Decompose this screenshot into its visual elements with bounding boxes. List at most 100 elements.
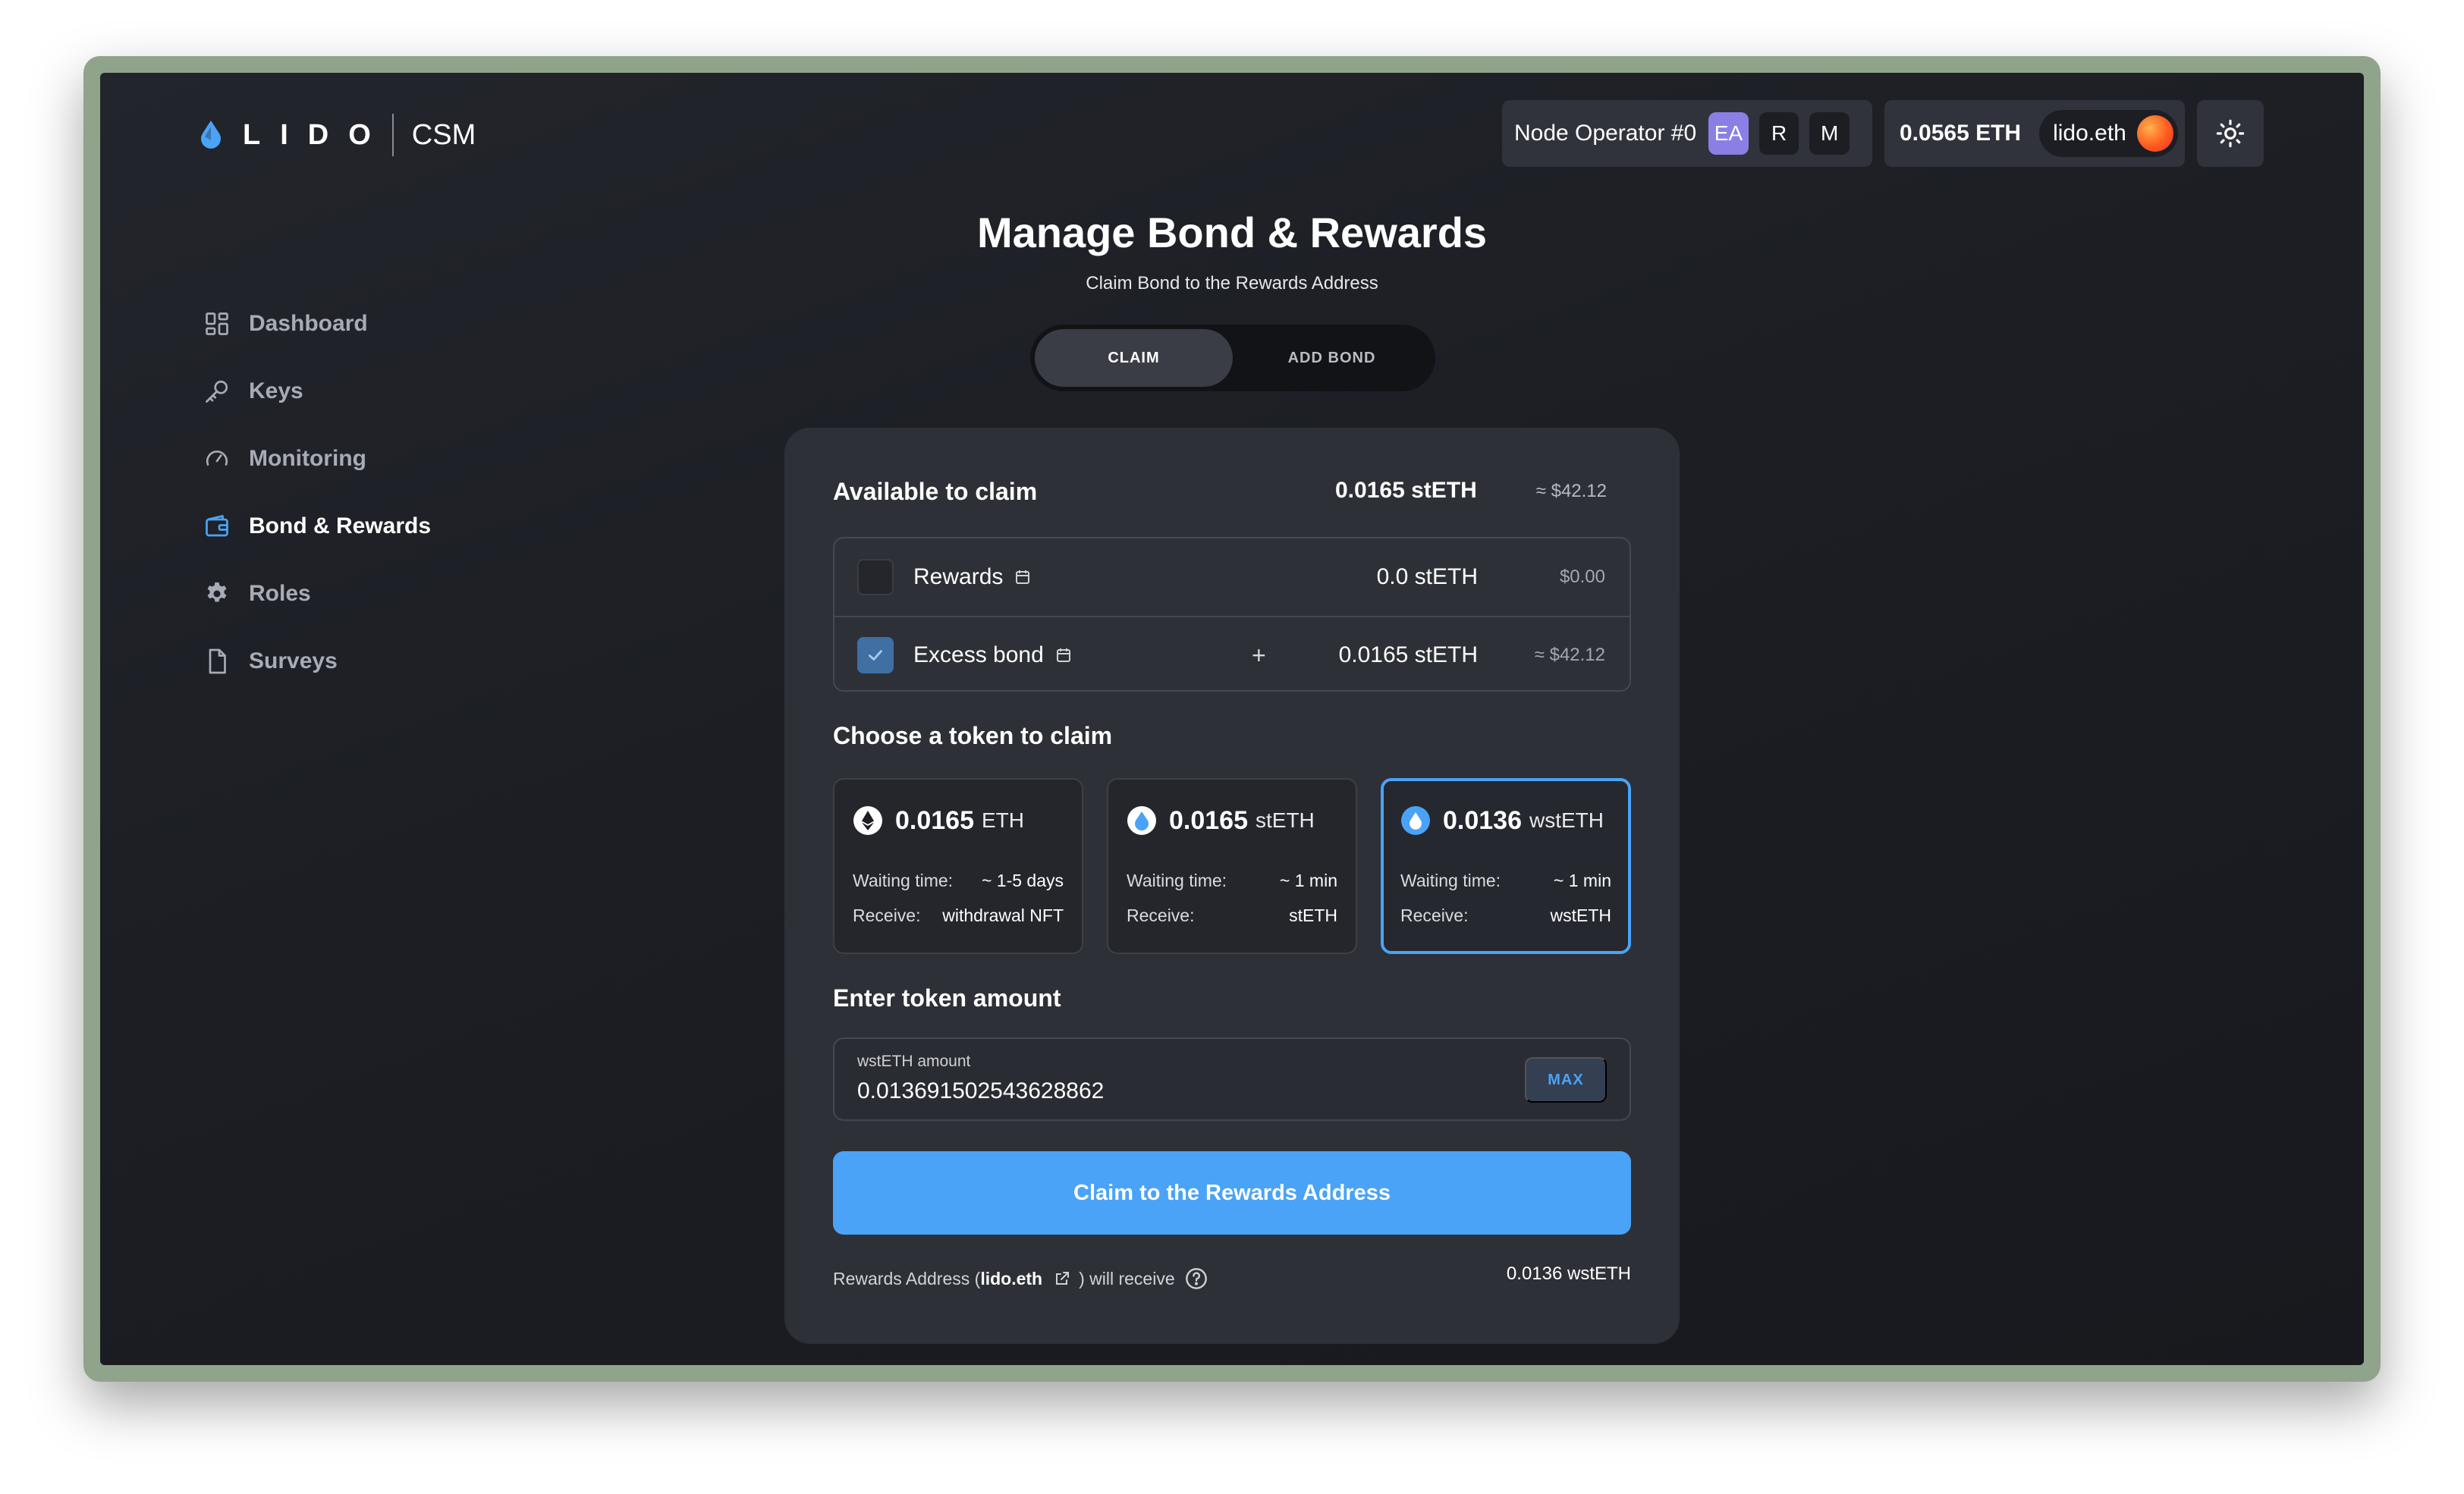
key-icon (202, 376, 232, 406)
claim-sources: Rewards 0.0 stETH $0.00 Excess bond + 0.… (833, 537, 1631, 692)
logo-product: CSM (411, 118, 476, 151)
sidebar-item-keys[interactable]: Keys (202, 357, 431, 425)
note-suffix: ) will receive (1079, 1268, 1175, 1288)
logo-divider (391, 114, 394, 156)
waiting-label: Waiting time: (853, 871, 954, 890)
token-option-eth[interactable]: 0.0165 ETH Waiting time: ~ 1-5 days Rece… (833, 778, 1083, 954)
rewards-label-text: Rewards (913, 564, 1004, 589)
sun-icon (2216, 119, 2245, 148)
lido-drop-icon (201, 121, 221, 149)
token-symbol: wstETH (1529, 808, 1604, 832)
check-icon (869, 650, 882, 661)
receive-label: Receive: (1400, 906, 1469, 925)
sidebar-item-dashboard[interactable]: Dashboard (202, 290, 431, 357)
waiting-label: Waiting time: (1127, 871, 1227, 890)
token-waiting-row: Waiting time: ~ 1 min (1400, 871, 1611, 891)
token-header: 0.0136 wstETH (1400, 805, 1604, 836)
wallet-button[interactable]: 0.0565 ETH lido.eth (1884, 100, 2185, 167)
token-option-wsteth[interactable]: 0.0136 wstETH Waiting time: ~ 1 min Rece… (1381, 778, 1631, 954)
excess-bond-label-text: Excess bond (913, 642, 1044, 667)
token-amount: 0.0136 (1443, 805, 1522, 835)
page-title: Manage Bond & Rewards (976, 209, 1488, 256)
sidebar-item-label: Bond & Rewards (249, 513, 432, 538)
amount-input-box: wstETH amount MAX (833, 1037, 1631, 1121)
tab-claim[interactable]: CLAIM (1035, 329, 1233, 387)
steth-icon (1127, 806, 1156, 835)
token-receive-row: Receive: withdrawal NFT (853, 906, 1064, 926)
document-icon (202, 646, 232, 676)
rewards-checkbox[interactable] (857, 559, 894, 595)
sidebar: Dashboard Keys Monitoring Bond & Rewards… (202, 290, 431, 695)
sidebar-item-bond-rewards[interactable]: Bond & Rewards (202, 492, 431, 560)
token-header: 0.0165 ETH (853, 805, 1024, 836)
logo-wordmark: LIDO (243, 118, 391, 151)
sidebar-item-label: Dashboard (249, 310, 368, 336)
sidebar-item-label: Roles (249, 580, 311, 606)
available-to-claim-title: Available to claim (833, 478, 1038, 505)
rewards-usd: $0.00 (1559, 567, 1605, 587)
waiting-value: ~ 1 min (1279, 871, 1337, 890)
calendar-icon[interactable] (1014, 568, 1032, 586)
wsteth-icon (1401, 806, 1430, 835)
tab-add-bond[interactable]: ADD BOND (1233, 329, 1431, 387)
waiting-value: ~ 1-5 days (981, 871, 1064, 890)
token-symbol: ETH (982, 808, 1024, 832)
wallet-ens-name: lido.eth (2053, 121, 2126, 146)
wallet-ens[interactable]: lido.eth (2039, 110, 2178, 157)
node-operator-label: Node Operator #0 (1514, 121, 1697, 146)
claim-row-rewards: Rewards 0.0 stETH $0.00 (834, 538, 1630, 616)
claim-button[interactable]: Claim to the Rewards Address (833, 1151, 1631, 1235)
excess-bond-checkbox[interactable] (857, 637, 894, 673)
node-operator-switcher[interactable]: Node Operator #0 EA R M (1502, 100, 1872, 167)
token-symbol: stETH (1256, 808, 1315, 832)
rewards-address-note: Rewards Address ( lido.eth ) will receiv… (833, 1266, 1208, 1291)
wallet-avatar (2136, 115, 2173, 152)
excess-bond-usd: ≈ $42.12 (1534, 645, 1605, 665)
rewards-amount: 0.0 stETH (1376, 564, 1478, 589)
note-prefix: Rewards Address ( (833, 1268, 981, 1288)
help-icon[interactable] (1184, 1266, 1208, 1291)
excess-bond-label: Excess bond (913, 642, 1073, 668)
sidebar-item-monitoring[interactable]: Monitoring (202, 425, 431, 492)
available-usd: ≈ $42.12 (1535, 481, 1607, 501)
sidebar-item-label: Keys (249, 378, 303, 403)
role-badge-m: M (1809, 112, 1850, 155)
available-amount: 0.0165 stETH (1335, 478, 1477, 503)
waiting-value: ~ 1 min (1553, 871, 1611, 890)
claim-card: Available to claim 0.0165 stETH ≈ $42.12… (784, 428, 1680, 1344)
token-amount: 0.0165 (895, 805, 974, 835)
role-badge-r: R (1758, 112, 1799, 155)
excess-bond-amount: 0.0165 stETH (1338, 642, 1478, 667)
receive-value: stETH (1289, 906, 1337, 925)
calendar-icon[interactable] (1054, 646, 1073, 664)
logo[interactable]: LIDO CSM (199, 112, 476, 158)
rewards-address[interactable]: lido.eth (980, 1269, 1042, 1289)
eth-icon (853, 806, 882, 835)
choose-token-title: Choose a token to claim (833, 722, 1113, 749)
token-option-steth[interactable]: 0.0165 stETH Waiting time: ~ 1 min Recei… (1107, 778, 1357, 954)
dashboard-icon (202, 309, 232, 339)
external-link-icon[interactable] (1053, 1270, 1071, 1288)
plus-sign: + (1252, 641, 1266, 669)
max-button[interactable]: MAX (1525, 1057, 1607, 1103)
claim-row-excess-bond: Excess bond + 0.0165 stETH ≈ $42.12 (834, 616, 1630, 693)
token-receive-row: Receive: wstETH (1400, 906, 1611, 926)
waiting-label: Waiting time: (1400, 871, 1501, 890)
enter-amount-title: Enter token amount (833, 984, 1061, 1012)
wallet-icon (202, 511, 232, 541)
sidebar-item-label: Surveys (249, 648, 338, 673)
role-badge-ea: EA (1708, 112, 1749, 155)
amount-input-label: wstETH amount (857, 1053, 971, 1070)
wallet-balance: 0.0565 ETH (1900, 121, 2022, 146)
receive-value: withdrawal NFT (942, 906, 1064, 925)
token-receive-row: Receive: stETH (1127, 906, 1337, 926)
sidebar-item-surveys[interactable]: Surveys (202, 627, 431, 695)
receive-label: Receive: (1127, 906, 1195, 925)
claim-addbond-switch: CLAIM ADD BOND (1030, 325, 1435, 391)
token-amount: 0.0165 (1169, 805, 1248, 835)
amount-input[interactable] (857, 1078, 1434, 1104)
receive-value: wstETH (1550, 906, 1612, 925)
sidebar-item-roles[interactable]: Roles (202, 560, 431, 627)
theme-toggle-button[interactable] (2197, 100, 2264, 167)
rewards-label: Rewards (913, 564, 1032, 590)
